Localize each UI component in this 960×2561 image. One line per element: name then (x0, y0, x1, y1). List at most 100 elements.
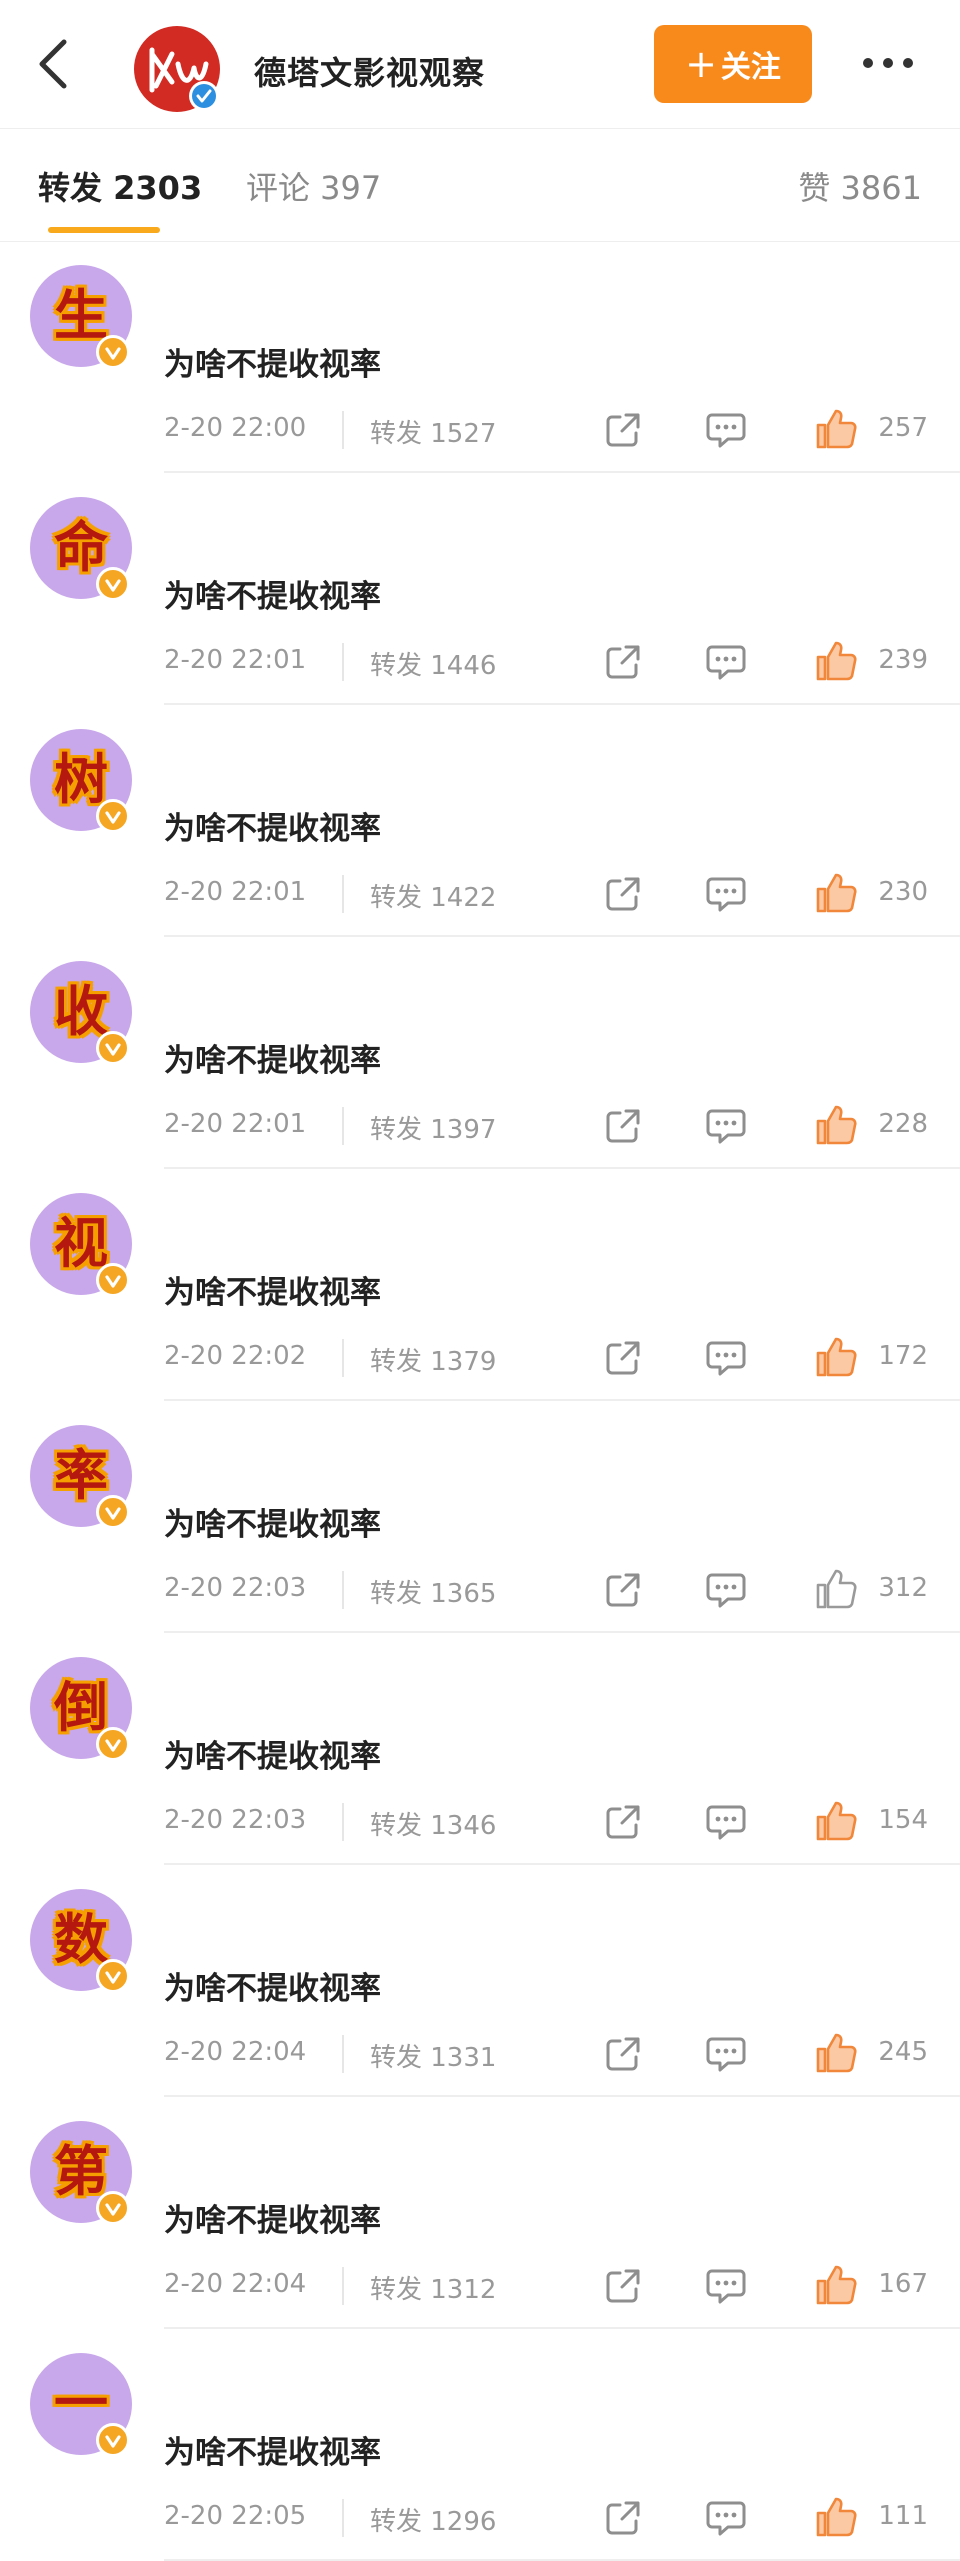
repost-text: 为啥不提收视率 (164, 2203, 381, 2239)
share-icon[interactable] (604, 1571, 642, 1609)
like-count: 172 (878, 1341, 928, 1371)
verified-badge-icon (96, 799, 130, 833)
repost-item[interactable]: 一 为啥不提收视率 2-20 22:05 转发 1296 111 (0, 2329, 960, 2561)
meta-divider (342, 411, 344, 449)
comment-icon[interactable] (706, 1803, 746, 1841)
comment-icon[interactable] (706, 411, 746, 449)
timestamp: 2-20 22:03 (164, 1573, 307, 1603)
like-icon[interactable] (814, 639, 858, 683)
timestamp: 2-20 22:01 (164, 877, 307, 907)
repost-count[interactable]: 转发 1346 (370, 1805, 496, 1842)
repost-meta: 2-20 22:03 转发 1365 312 (164, 1569, 934, 1611)
like-count: 228 (878, 1109, 928, 1139)
repost-meta: 2-20 22:01 转发 1422 230 (164, 873, 934, 915)
like-icon[interactable] (814, 871, 858, 915)
share-icon[interactable] (604, 2267, 642, 2305)
repost-item[interactable]: 率 为啥不提收视率 2-20 22:03 转发 1365 312 (0, 1401, 960, 1633)
repost-count[interactable]: 转发 1296 (370, 2501, 496, 2538)
repost-item[interactable]: 倒 为啥不提收视率 2-20 22:03 转发 1346 154 (0, 1633, 960, 1865)
back-icon[interactable] (28, 34, 78, 94)
tab-like[interactable]: 赞 3861 (798, 163, 922, 209)
share-icon[interactable] (604, 2035, 642, 2073)
like-count: 111 (878, 2501, 928, 2531)
repost-item[interactable]: 树 为啥不提收视率 2-20 22:01 转发 1422 230 (0, 705, 960, 937)
timestamp: 2-20 22:02 (164, 1341, 307, 1371)
tab-repost[interactable]: 转发 2303 (38, 163, 202, 209)
like-count: 154 (878, 1805, 928, 1835)
repost-text: 为啥不提收视率 (164, 1507, 381, 1543)
comment-icon[interactable] (706, 875, 746, 913)
verified-badge-icon (96, 1727, 130, 1761)
like-count: 245 (878, 2037, 928, 2067)
repost-text: 为啥不提收视率 (164, 2435, 381, 2471)
more-icon[interactable] (858, 50, 918, 76)
repost-item[interactable]: 命 为啥不提收视率 2-20 22:01 转发 1446 239 (0, 473, 960, 705)
timestamp: 2-20 22:00 (164, 413, 307, 443)
timestamp: 2-20 22:05 (164, 2501, 307, 2531)
timestamp: 2-20 22:01 (164, 1109, 307, 1139)
repost-item[interactable]: 生 为啥不提收视率 2-20 22:00 转发 1527 257 (0, 241, 960, 473)
comment-icon[interactable] (706, 2267, 746, 2305)
repost-count[interactable]: 转发 1527 (370, 413, 496, 450)
avatar-character: 第 (54, 2140, 108, 2203)
share-icon[interactable] (604, 1803, 642, 1841)
like-icon[interactable] (814, 2263, 858, 2307)
share-icon[interactable] (604, 411, 642, 449)
share-icon[interactable] (604, 1107, 642, 1145)
share-icon[interactable] (604, 875, 642, 913)
repost-text: 为啥不提收视率 (164, 1275, 381, 1311)
verified-badge-icon (192, 84, 216, 108)
like-icon[interactable] (814, 1103, 858, 1147)
like-count: 239 (878, 645, 928, 675)
tab-comment[interactable]: 评论 397 (246, 163, 381, 209)
timestamp: 2-20 22:01 (164, 645, 307, 675)
repost-item[interactable]: 数 为啥不提收视率 2-20 22:04 转发 1331 245 (0, 1865, 960, 2097)
avatar-character: 率 (54, 1444, 108, 1507)
like-icon[interactable] (814, 2031, 858, 2075)
repost-text: 为啥不提收视率 (164, 579, 381, 615)
comment-icon[interactable] (706, 2499, 746, 2537)
repost-count[interactable]: 转发 1365 (370, 1573, 496, 1610)
account-avatar[interactable] (132, 24, 222, 114)
follow-button[interactable]: + 关注 (654, 25, 812, 103)
comment-icon[interactable] (706, 1571, 746, 1609)
repost-text: 为啥不提收视率 (164, 1971, 381, 2007)
like-icon[interactable] (814, 2495, 858, 2539)
meta-divider (342, 2035, 344, 2073)
avatar-character: 倒 (54, 1676, 108, 1739)
comment-icon[interactable] (706, 1339, 746, 1377)
timestamp: 2-20 22:04 (164, 2269, 307, 2299)
repost-count[interactable]: 转发 1446 (370, 645, 496, 682)
like-icon[interactable] (814, 1567, 858, 1611)
account-name[interactable]: 德塔文影视观察 (254, 48, 485, 94)
verified-badge-icon (96, 1031, 130, 1065)
share-icon[interactable] (604, 1339, 642, 1377)
follow-label: 关注 (720, 50, 781, 85)
repost-meta: 2-20 22:01 转发 1397 228 (164, 1105, 934, 1147)
like-icon[interactable] (814, 1335, 858, 1379)
meta-divider (342, 2499, 344, 2537)
like-count: 312 (878, 1573, 928, 1603)
repost-count[interactable]: 转发 1312 (370, 2269, 496, 2306)
verified-badge-icon (96, 1959, 130, 1993)
share-icon[interactable] (604, 643, 642, 681)
repost-meta: 2-20 22:02 转发 1379 172 (164, 1337, 934, 1379)
repost-count[interactable]: 转发 1397 (370, 1109, 496, 1146)
comment-icon[interactable] (706, 1107, 746, 1145)
repost-meta: 2-20 22:05 转发 1296 111 (164, 2497, 934, 2539)
repost-item[interactable]: 视 为啥不提收视率 2-20 22:02 转发 1379 172 (0, 1169, 960, 1401)
like-icon[interactable] (814, 1799, 858, 1843)
verified-badge-icon (96, 567, 130, 601)
comment-icon[interactable] (706, 643, 746, 681)
repost-count[interactable]: 转发 1422 (370, 877, 496, 914)
repost-count[interactable]: 转发 1379 (370, 1341, 496, 1378)
share-icon[interactable] (604, 2499, 642, 2537)
like-icon[interactable] (814, 407, 858, 451)
avatar-character: 生 (54, 284, 108, 347)
comment-icon[interactable] (706, 2035, 746, 2073)
repost-count[interactable]: 转发 1331 (370, 2037, 496, 2074)
repost-item[interactable]: 第 为啥不提收视率 2-20 22:04 转发 1312 167 (0, 2097, 960, 2329)
timestamp: 2-20 22:04 (164, 2037, 307, 2067)
repost-meta: 2-20 22:04 转发 1312 167 (164, 2265, 934, 2307)
repost-item[interactable]: 收 为啥不提收视率 2-20 22:01 转发 1397 228 (0, 937, 960, 1169)
